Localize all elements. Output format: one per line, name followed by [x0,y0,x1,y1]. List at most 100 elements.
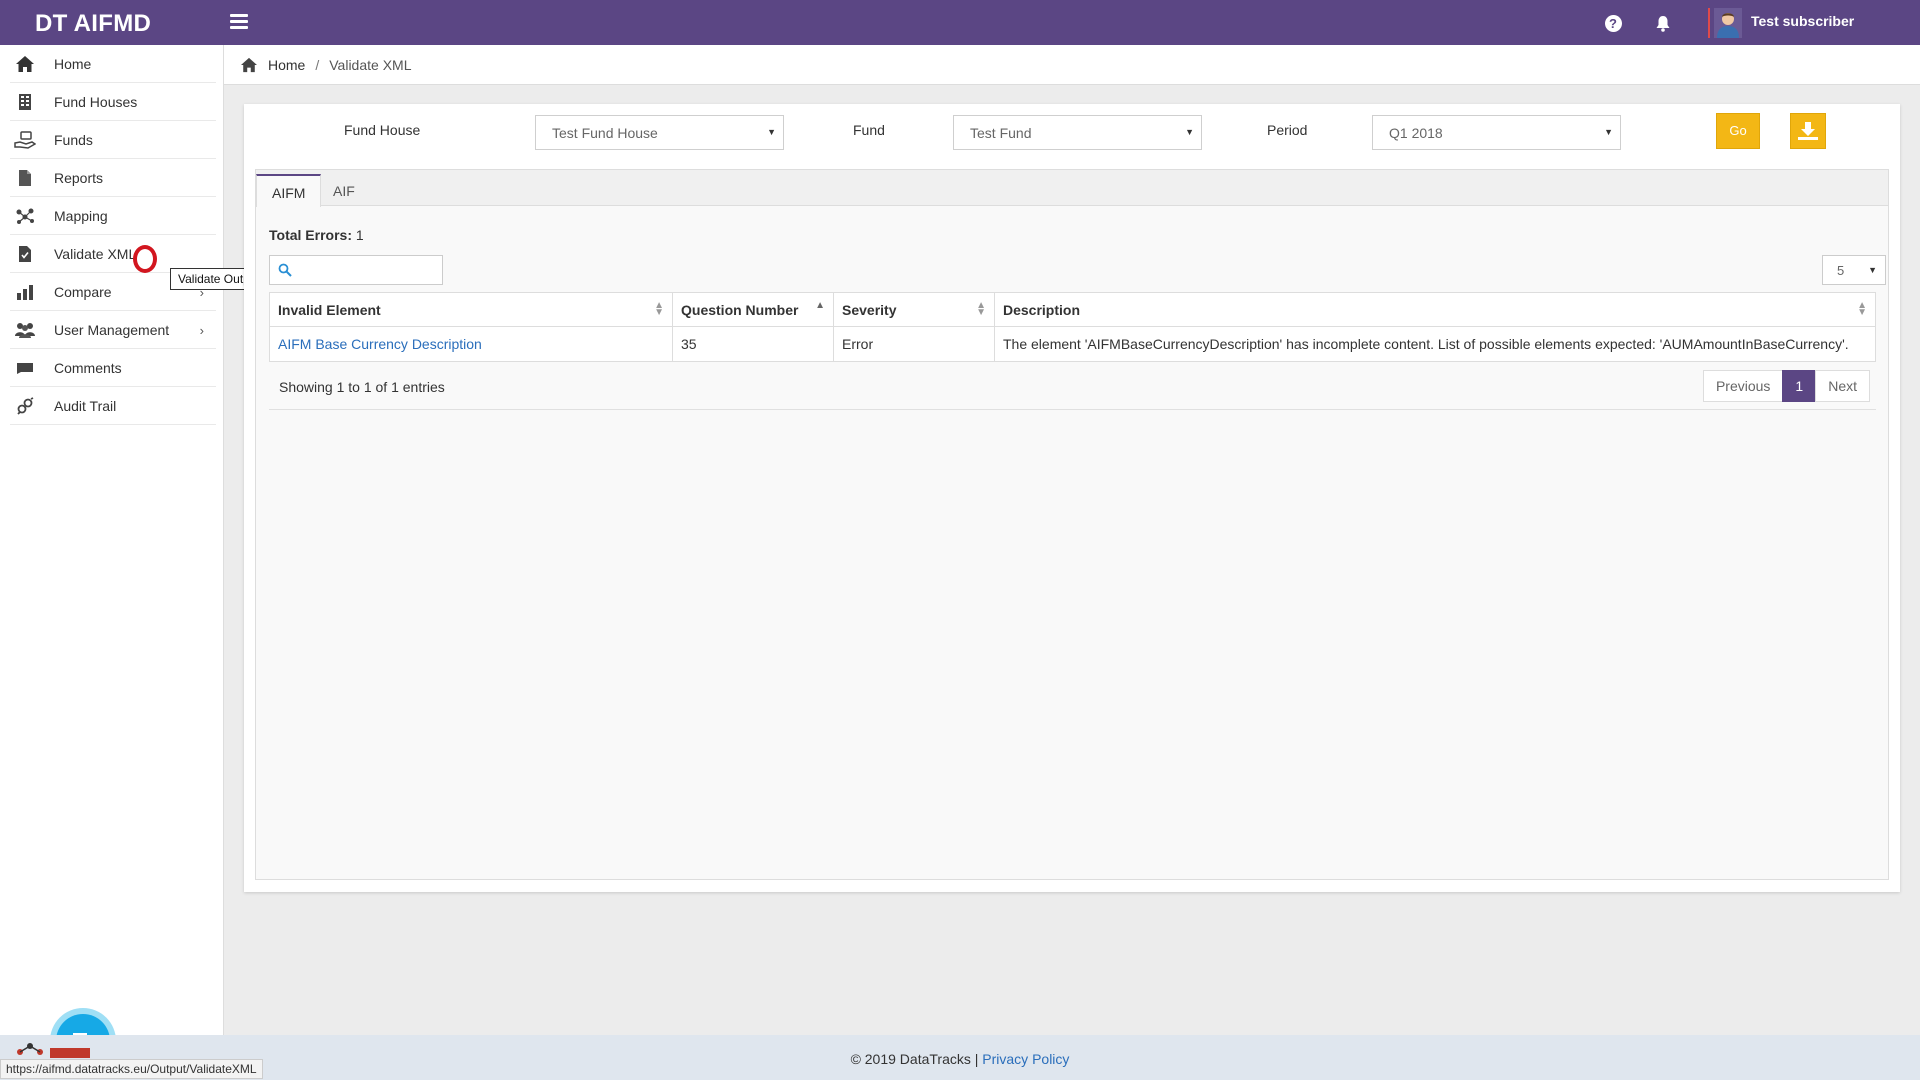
total-errors-label: Total Errors: [269,227,352,243]
annotation-circle [133,245,157,273]
sidebar-item-mapping[interactable]: Mapping [10,197,216,235]
sidebar: Home Fund Houses Funds Reports Mapping V… [0,45,224,1074]
download-icon [1798,122,1818,140]
chevron-right-icon: › [199,323,204,338]
tab-container: AIFM AIF Total Errors: 1 5 ▼ Invalid Ele… [255,169,1889,880]
column-header-label: Invalid Element [278,301,381,318]
sidebar-item-label: Home [54,55,92,72]
column-header-label: Description [1003,301,1081,318]
breadcrumb-home[interactable]: Home [268,57,305,73]
previous-button[interactable]: Previous [1702,370,1784,402]
showing-entries: Showing 1 to 1 of 1 entries [279,379,445,395]
app-title[interactable]: DT AIFMD [35,10,151,38]
fund-house-value: Test Fund House [552,125,658,141]
sidebar-item-label: Comments [54,359,122,376]
sidebar-item-label: Audit Trail [54,397,117,414]
footer-text: © 2019 DataTracks | Privacy Policy [0,1051,1920,1067]
comment-icon [14,358,36,378]
fund-label: Fund [853,122,885,138]
sort-icon: ▲ ▼ [654,300,664,318]
breadcrumb-current: Validate XML [329,56,412,73]
sidebar-item-label: Validate XML [54,245,137,262]
errors-table: Invalid Element ▲ ▼ Question Number ▲ Sev… [269,292,1876,362]
tab-strip: AIFM AIF [256,170,1888,207]
avatar[interactable] [1714,8,1742,38]
building-icon [14,92,36,112]
cell-invalid-element: AIFM Base Currency Description [269,326,673,362]
total-errors-value: 1 [355,227,364,243]
column-invalid-element[interactable]: Invalid Element ▲ ▼ [269,292,673,327]
cell-question-number: 35 [672,326,834,362]
page-size-value: 5 [1837,263,1845,278]
table-header-row: Invalid Element ▲ ▼ Question Number ▲ Sev… [269,292,1876,327]
home-icon[interactable] [240,57,258,73]
invalid-element-link[interactable]: AIFM Base Currency Description [278,336,482,352]
sidebar-item-reports[interactable]: Reports [10,159,216,197]
sidebar-item-label: User Management [54,321,170,338]
users-icon [14,320,36,340]
help-icon[interactable]: ? [1604,14,1622,32]
column-question-number[interactable]: Question Number ▲ [672,292,834,327]
file-check-icon [14,244,36,264]
username[interactable]: Test subscriber [1751,13,1854,29]
column-description[interactable]: Description ▲ ▼ [994,292,1876,327]
sidebar-item-label: Fund Houses [54,93,138,110]
sidebar-item-comments[interactable]: Comments [10,349,216,387]
sort-icon: ▲ ▼ [1857,300,1867,318]
caret-down-icon: ▼ [767,127,776,137]
tab-aif[interactable]: AIF [318,174,370,207]
column-header-label: Severity [842,301,897,318]
sidebar-item-label: Mapping [54,207,108,224]
search-input[interactable] [294,256,440,284]
user-separator [1708,8,1710,38]
privacy-policy-link[interactable]: Privacy Policy [982,1051,1069,1067]
period-label: Period [1267,122,1308,138]
column-severity[interactable]: Severity ▲ ▼ [833,292,995,327]
bell-icon[interactable] [1654,14,1672,32]
breadcrumb-separator: / [315,56,320,73]
network-icon [14,206,36,226]
total-errors: Total Errors: 1 [269,227,364,243]
sidebar-item-fund-houses[interactable]: Fund Houses [10,83,216,121]
next-button[interactable]: Next [1815,370,1870,402]
status-bar-url: https://aifmd.datatracks.eu/Output/Valid… [0,1059,263,1079]
datatracks-logo [17,1043,90,1058]
main-panel: Fund House Test Fund House ▼ Fund Test F… [244,104,1900,892]
period-value: Q1 2018 [1389,125,1443,141]
go-button[interactable]: Go [1716,113,1760,149]
caret-down-icon: ▼ [1868,265,1877,275]
sidebar-item-home[interactable]: Home [10,45,216,83]
menu-toggle-icon[interactable] [230,14,248,30]
copyright: © 2019 DataTracks | [850,1051,979,1067]
period-select[interactable]: Q1 2018 ▼ [1372,115,1621,150]
download-button[interactable] [1790,113,1826,149]
sidebar-item-funds[interactable]: Funds [10,121,216,159]
table-row: AIFM Base Currency Description 35 Error … [269,326,1876,362]
home-icon [14,54,36,74]
sidebar-item-label: Compare [54,283,112,300]
search-field[interactable] [269,255,443,285]
caret-down-icon: ▼ [1185,127,1194,137]
top-bar: DT AIFMD ? Test subscriber [0,0,1920,45]
sort-asc-icon: ▲ [815,300,825,311]
page-size-select[interactable]: 5 ▼ [1822,255,1886,285]
sidebar-item-audit-trail[interactable]: Audit Trail [10,387,216,425]
sidebar-item-user-management[interactable]: User Management › [10,311,216,349]
document-icon [14,168,36,188]
fund-house-label: Fund House [344,122,421,138]
fund-select[interactable]: Test Fund ▼ [953,115,1202,150]
column-header-label: Question Number [681,301,799,318]
tab-aifm[interactable]: AIFM [256,174,322,207]
money-hand-icon [14,130,36,150]
search-icon [278,263,292,277]
footer: © 2019 DataTracks | Privacy Policy [0,1035,1920,1080]
caret-down-icon: ▼ [1604,127,1613,137]
fund-value: Test Fund [970,125,1032,141]
page-1-button[interactable]: 1 [1782,370,1817,402]
sidebar-item-label: Reports [54,169,104,186]
sort-icon: ▲ ▼ [976,300,986,318]
audit-icon [14,396,36,416]
fund-house-select[interactable]: Test Fund House ▼ [535,115,784,150]
cell-severity: Error [833,326,995,362]
cell-description: The element 'AIFMBaseCurrencyDescription… [994,326,1876,362]
